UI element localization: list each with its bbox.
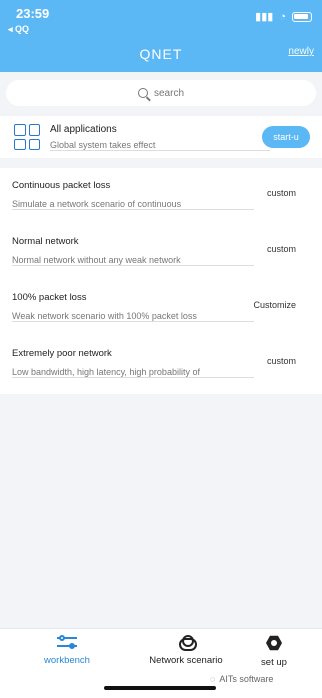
all-applications-card[interactable]: All applications Global system takes eff… [0,116,322,158]
cloud-icon [177,635,197,651]
scenario-title: Normal network [12,236,79,247]
grid-icon [14,124,40,150]
custom-button[interactable]: custom [267,188,296,198]
tab-workbench-label: workbench [44,655,90,666]
tab-network-scenario[interactable]: Network scenario [138,635,234,666]
status-icons: ▮▮▮ ◔ [255,10,312,23]
home-indicator[interactable] [104,686,216,690]
tab-workbench[interactable]: workbench [34,635,100,666]
list-item[interactable]: Extremely poor network Low bandwidth, hi… [0,336,322,392]
wifi-icon: ◔ [279,10,286,23]
scenario-title: Continuous packet loss [12,180,111,191]
battery-icon [292,11,312,22]
search-placeholder: search [153,87,184,99]
page-title: QNET [139,46,183,62]
signal-icon: ▮▮▮ [255,11,274,23]
scenario-list: Continuous packet loss Simulate a networ… [0,168,322,394]
custom-button[interactable]: custom [267,356,296,366]
tab-setup[interactable]: set up [246,635,302,668]
scenario-title: Extremely poor network [12,348,112,359]
scenario-description: Weak network scenario with 100% packet l… [12,311,254,322]
status-time: 23:59 [16,6,50,21]
start-button[interactable]: start-u [262,126,310,148]
custom-button[interactable]: custom [267,244,296,254]
list-item[interactable]: 100% packet loss Weak network scenario w… [0,280,322,336]
gear-icon [266,635,282,651]
list-item[interactable]: Normal network Normal network without an… [0,224,322,280]
customize-button[interactable]: Customize [253,300,296,310]
watermark-text: AITs software [219,674,274,684]
tab-network-scenario-label: Network scenario [149,655,223,666]
all-applications-title: All applications [50,124,117,135]
top-header: 23:59 ◂ QQ ▮▮▮ ◔ QNET newly [0,0,322,72]
scenario-title: 100% packet loss [12,292,87,303]
list-item[interactable]: Continuous packet loss Simulate a networ… [0,168,322,224]
search-icon [137,88,148,98]
scenario-description: Normal network without any weak network [12,255,254,266]
newly-button[interactable]: newly [288,46,314,57]
chat-icon: ◌ [210,674,216,684]
sliders-icon [57,635,77,649]
tab-setup-label: set up [261,657,287,668]
search-bar[interactable]: search [6,80,316,106]
scenario-description: Low bandwidth, high latency, high probab… [12,367,254,378]
watermark: ◌ AITs software [210,674,273,684]
scenario-description: Simulate a network scenario of continuou… [12,199,254,210]
back-to-qq-button[interactable]: ◂ QQ [8,24,29,35]
all-applications-subtitle: Global system takes effect [50,140,270,151]
